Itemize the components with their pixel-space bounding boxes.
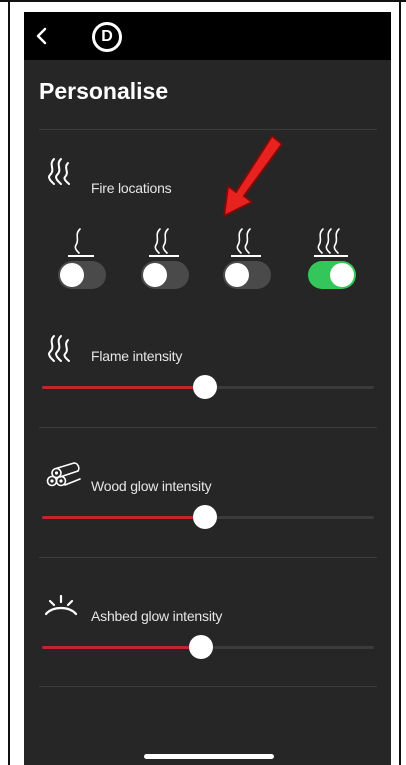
divider — [39, 427, 377, 428]
double-flame-icon — [231, 228, 261, 257]
slider-thumb[interactable] — [192, 375, 217, 399]
wood-glow-intensity-slider[interactable] — [42, 505, 374, 529]
frame-border-right — [399, 0, 401, 765]
toggle-knob — [330, 263, 354, 287]
slider-thumb[interactable] — [189, 635, 214, 659]
screenshot-frame: D Personalise Fire locations Flame inten… — [0, 0, 406, 765]
home-indicator[interactable] — [144, 754, 274, 759]
fire-locations-label: Fire locations — [91, 180, 172, 196]
fire-location-1 — [58, 227, 110, 289]
fire-location-3 — [223, 227, 275, 289]
toggle-knob — [60, 263, 84, 287]
triple-flame-icon — [314, 228, 348, 257]
fire-location-2 — [141, 227, 193, 289]
flame-intensity-slider[interactable] — [42, 375, 374, 399]
single-flame-icon — [68, 228, 94, 257]
double-flame-icon — [149, 228, 179, 257]
slider-fill — [42, 516, 205, 519]
fire-location-4 — [308, 227, 360, 289]
red-arrow-icon — [214, 130, 294, 230]
fire-location-toggle-2[interactable] — [141, 261, 189, 289]
app-screen: D Personalise Fire locations Flame inten… — [24, 12, 391, 765]
slider-thumb[interactable] — [192, 505, 217, 529]
flame-intensity-label: Flame intensity — [91, 348, 183, 364]
ashbed-glow-intensity-slider[interactable] — [42, 635, 374, 659]
chevron-left-icon — [36, 27, 47, 45]
slider-fill — [42, 646, 202, 649]
flame-wave-icon — [46, 334, 80, 364]
divider — [39, 686, 377, 687]
fire-location-toggle-3[interactable] — [223, 261, 271, 289]
divider — [39, 129, 377, 130]
brand-logo: D — [92, 22, 122, 52]
ashbed-glow-intensity-label: Ashbed glow intensity — [91, 608, 223, 624]
ashbed-glow-icon — [43, 592, 78, 622]
frame-border-top — [0, 0, 406, 2]
back-button[interactable] — [30, 24, 54, 48]
toggle-knob — [143, 263, 167, 287]
frame-border-left — [8, 0, 10, 765]
divider — [39, 557, 377, 558]
fire-location-toggle-4[interactable] — [308, 261, 356, 289]
wood-glow-intensity-label: Wood glow intensity — [91, 478, 212, 494]
page-title: Personalise — [39, 78, 169, 104]
toggle-knob — [225, 263, 249, 287]
slider-fill — [42, 386, 205, 389]
top-bar: D — [24, 12, 391, 60]
flame-wave-icon — [46, 157, 80, 187]
wood-logs-icon — [44, 459, 81, 489]
fire-location-toggle-1[interactable] — [58, 261, 106, 289]
